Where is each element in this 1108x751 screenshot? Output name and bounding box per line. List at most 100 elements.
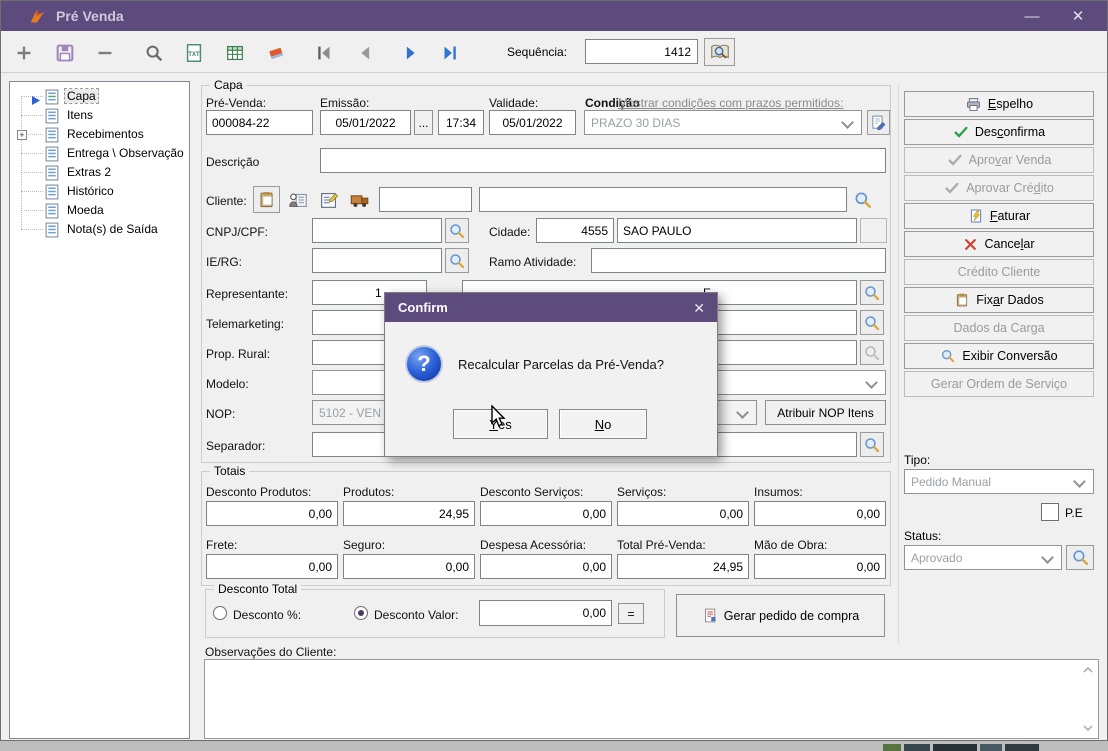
sidebar-item-label: Nota(s) de Saída bbox=[65, 222, 160, 236]
descricao-input[interactable] bbox=[320, 148, 886, 173]
sidebar-item-nota-s-de-sa-da[interactable]: Nota(s) de Saída bbox=[12, 220, 187, 239]
sequence-input[interactable]: 1412 bbox=[585, 39, 698, 64]
total-field-input[interactable]: 24,95 bbox=[343, 501, 475, 526]
paste-client-button[interactable] bbox=[253, 186, 280, 213]
emissao-time-input[interactable]: 17:34 bbox=[438, 110, 484, 135]
total-field-input[interactable]: 0,00 bbox=[754, 501, 886, 526]
telemarketing-lookup-button[interactable] bbox=[860, 310, 884, 335]
cidade-extra-button bbox=[860, 218, 887, 243]
sidebar-item-moeda[interactable]: Moeda bbox=[12, 201, 187, 220]
desconto-valor-radio[interactable] bbox=[354, 606, 368, 620]
cliente-lookup-magnifier-icon[interactable] bbox=[852, 189, 874, 211]
total-field-input[interactable]: 0,00 bbox=[206, 501, 338, 526]
emissao-date-input[interactable]: 05/01/2022 bbox=[320, 110, 411, 135]
nav-first-button[interactable] bbox=[310, 39, 337, 66]
validade-input[interactable]: 05/01/2022 bbox=[489, 110, 576, 135]
total-field-input[interactable]: 0,00 bbox=[754, 554, 886, 579]
nav-last-button[interactable] bbox=[436, 39, 463, 66]
delete-record-button[interactable] bbox=[91, 39, 118, 66]
toolbar: TXT Sequência: 1412 bbox=[1, 31, 1107, 73]
total-field-input[interactable]: 0,00 bbox=[617, 501, 749, 526]
telemarketing-label: Telemarketing: bbox=[206, 317, 284, 331]
representante-lookup-button[interactable] bbox=[860, 280, 884, 305]
nop-label: NOP: bbox=[206, 407, 235, 421]
minimize-button[interactable]: — bbox=[1009, 1, 1055, 31]
condicao-combobox[interactable]: PRAZO 30 DIAS bbox=[584, 110, 862, 135]
cnpj-lookup-button[interactable] bbox=[445, 218, 469, 243]
no-button[interactable]: No bbox=[559, 409, 647, 439]
sidebar-item-itens[interactable]: Itens bbox=[12, 106, 187, 125]
condicao-edit-button[interactable] bbox=[867, 110, 890, 135]
sidebar-item-capa[interactable]: Capa bbox=[12, 87, 187, 106]
total-field-input[interactable]: 0,00 bbox=[480, 554, 612, 579]
emissao-more-button[interactable]: ... bbox=[414, 110, 433, 135]
cnpj-input[interactable] bbox=[312, 218, 442, 243]
delivery-truck-icon[interactable] bbox=[346, 189, 374, 211]
confirm-dialog: Confirm ✕ ? Recalcular Parcelas da Pré-V… bbox=[384, 292, 718, 457]
confirm-dialog-close-button[interactable]: ✕ bbox=[693, 300, 705, 317]
desconto-pct-label: Desconto %: bbox=[233, 608, 301, 622]
desconfirma-button[interactable]: Desconfirma bbox=[904, 119, 1094, 145]
close-button[interactable]: ✕ bbox=[1055, 1, 1101, 31]
desconto-valor-input[interactable]: 0,00 bbox=[479, 600, 612, 626]
pe-checkbox[interactable] bbox=[1041, 503, 1059, 521]
txt-export-icon[interactable]: TXT bbox=[180, 39, 207, 66]
nav-prev-button[interactable] bbox=[351, 39, 378, 66]
total-field-input[interactable]: 0,00 bbox=[480, 501, 612, 526]
ierg-lookup-button[interactable] bbox=[445, 248, 469, 273]
tipo-combobox[interactable]: Pedido Manual bbox=[904, 469, 1094, 494]
modelo-label: Modelo: bbox=[206, 377, 249, 391]
gerar-pedido-compra-button[interactable]: Gerar pedido de compra bbox=[676, 594, 885, 637]
cidade-name-input[interactable]: SAO PAULO bbox=[617, 218, 857, 243]
window-title: Pré Venda bbox=[56, 8, 124, 24]
atribuir-nop-itens-button[interactable]: Atribuir NOP Itens bbox=[765, 400, 886, 425]
desconto-valor-label: Desconto Valor: bbox=[374, 608, 459, 622]
page-icon bbox=[45, 222, 60, 243]
cidade-code-input[interactable]: 4555 bbox=[536, 218, 614, 243]
new-record-button[interactable] bbox=[10, 39, 37, 66]
aprovar-venda-button: Aprovar Venda bbox=[904, 147, 1094, 173]
invoice-icon bbox=[968, 208, 984, 224]
exibir-convers-o-button[interactable]: Exibir Conversão bbox=[904, 343, 1094, 369]
faturar-button[interactable]: Faturar bbox=[904, 203, 1094, 229]
cnpj-label: CNPJ/CPF: bbox=[206, 225, 268, 239]
sidebar-item-entrega-observa-o[interactable]: Entrega \ Observação bbox=[12, 144, 187, 163]
condicoes-prazos-link[interactable]: Mostrar condições com prazos permitidos: bbox=[618, 96, 843, 110]
search-button[interactable] bbox=[140, 39, 167, 66]
pre-venda-input[interactable]: 000084-22 bbox=[206, 110, 313, 135]
client-search-icon[interactable] bbox=[285, 189, 311, 211]
representante-label: Representante: bbox=[206, 287, 288, 301]
client-form-icon[interactable] bbox=[316, 189, 342, 211]
sidebar-item-recebimentos[interactable]: +Recebimentos bbox=[12, 125, 187, 144]
total-field-input[interactable]: 0,00 bbox=[206, 554, 338, 579]
capa-group-legend: Capa bbox=[210, 78, 247, 92]
cliente-code-input[interactable] bbox=[379, 187, 472, 212]
total-field-input[interactable]: 24,95 bbox=[617, 554, 749, 579]
sidebar-item-extras-2[interactable]: Extras 2 bbox=[12, 163, 187, 182]
actions-panel: EspelhoDesconfirmaAprovar VendaAprovar C… bbox=[904, 91, 1094, 397]
clear-eraser-button[interactable] bbox=[262, 39, 289, 66]
scroll-up-icon[interactable] bbox=[1081, 664, 1095, 676]
fixar-dados-button[interactable]: Fixar Dados bbox=[904, 287, 1094, 313]
nav-next-button[interactable] bbox=[397, 39, 424, 66]
ierg-input[interactable] bbox=[312, 248, 442, 273]
cliente-name-input[interactable] bbox=[479, 187, 847, 212]
sidebar-item-hist-rico[interactable]: Histórico bbox=[12, 182, 187, 201]
scroll-down-icon[interactable] bbox=[1081, 722, 1095, 734]
total-field-label: Frete: bbox=[206, 538, 237, 552]
desconto-pct-radio[interactable] bbox=[213, 606, 227, 620]
separador-lookup-button[interactable] bbox=[860, 432, 884, 457]
espelho-button[interactable]: Espelho bbox=[904, 91, 1094, 117]
tree-expander-icon[interactable]: + bbox=[17, 130, 27, 140]
ramo-atividade-input[interactable] bbox=[591, 248, 886, 273]
desconto-equals-button[interactable]: = bbox=[618, 603, 644, 624]
sequence-lookup-button[interactable] bbox=[704, 38, 735, 66]
status-lookup-button[interactable] bbox=[1066, 545, 1094, 570]
check-grey-icon bbox=[944, 180, 960, 196]
save-button[interactable] bbox=[51, 39, 78, 66]
observacoes-textarea[interactable] bbox=[204, 659, 1099, 739]
status-combobox[interactable]: Aprovado bbox=[904, 545, 1062, 570]
cancelar-button[interactable]: Cancelar bbox=[904, 231, 1094, 257]
grid-view-button[interactable] bbox=[221, 39, 248, 66]
total-field-input[interactable]: 0,00 bbox=[343, 554, 475, 579]
